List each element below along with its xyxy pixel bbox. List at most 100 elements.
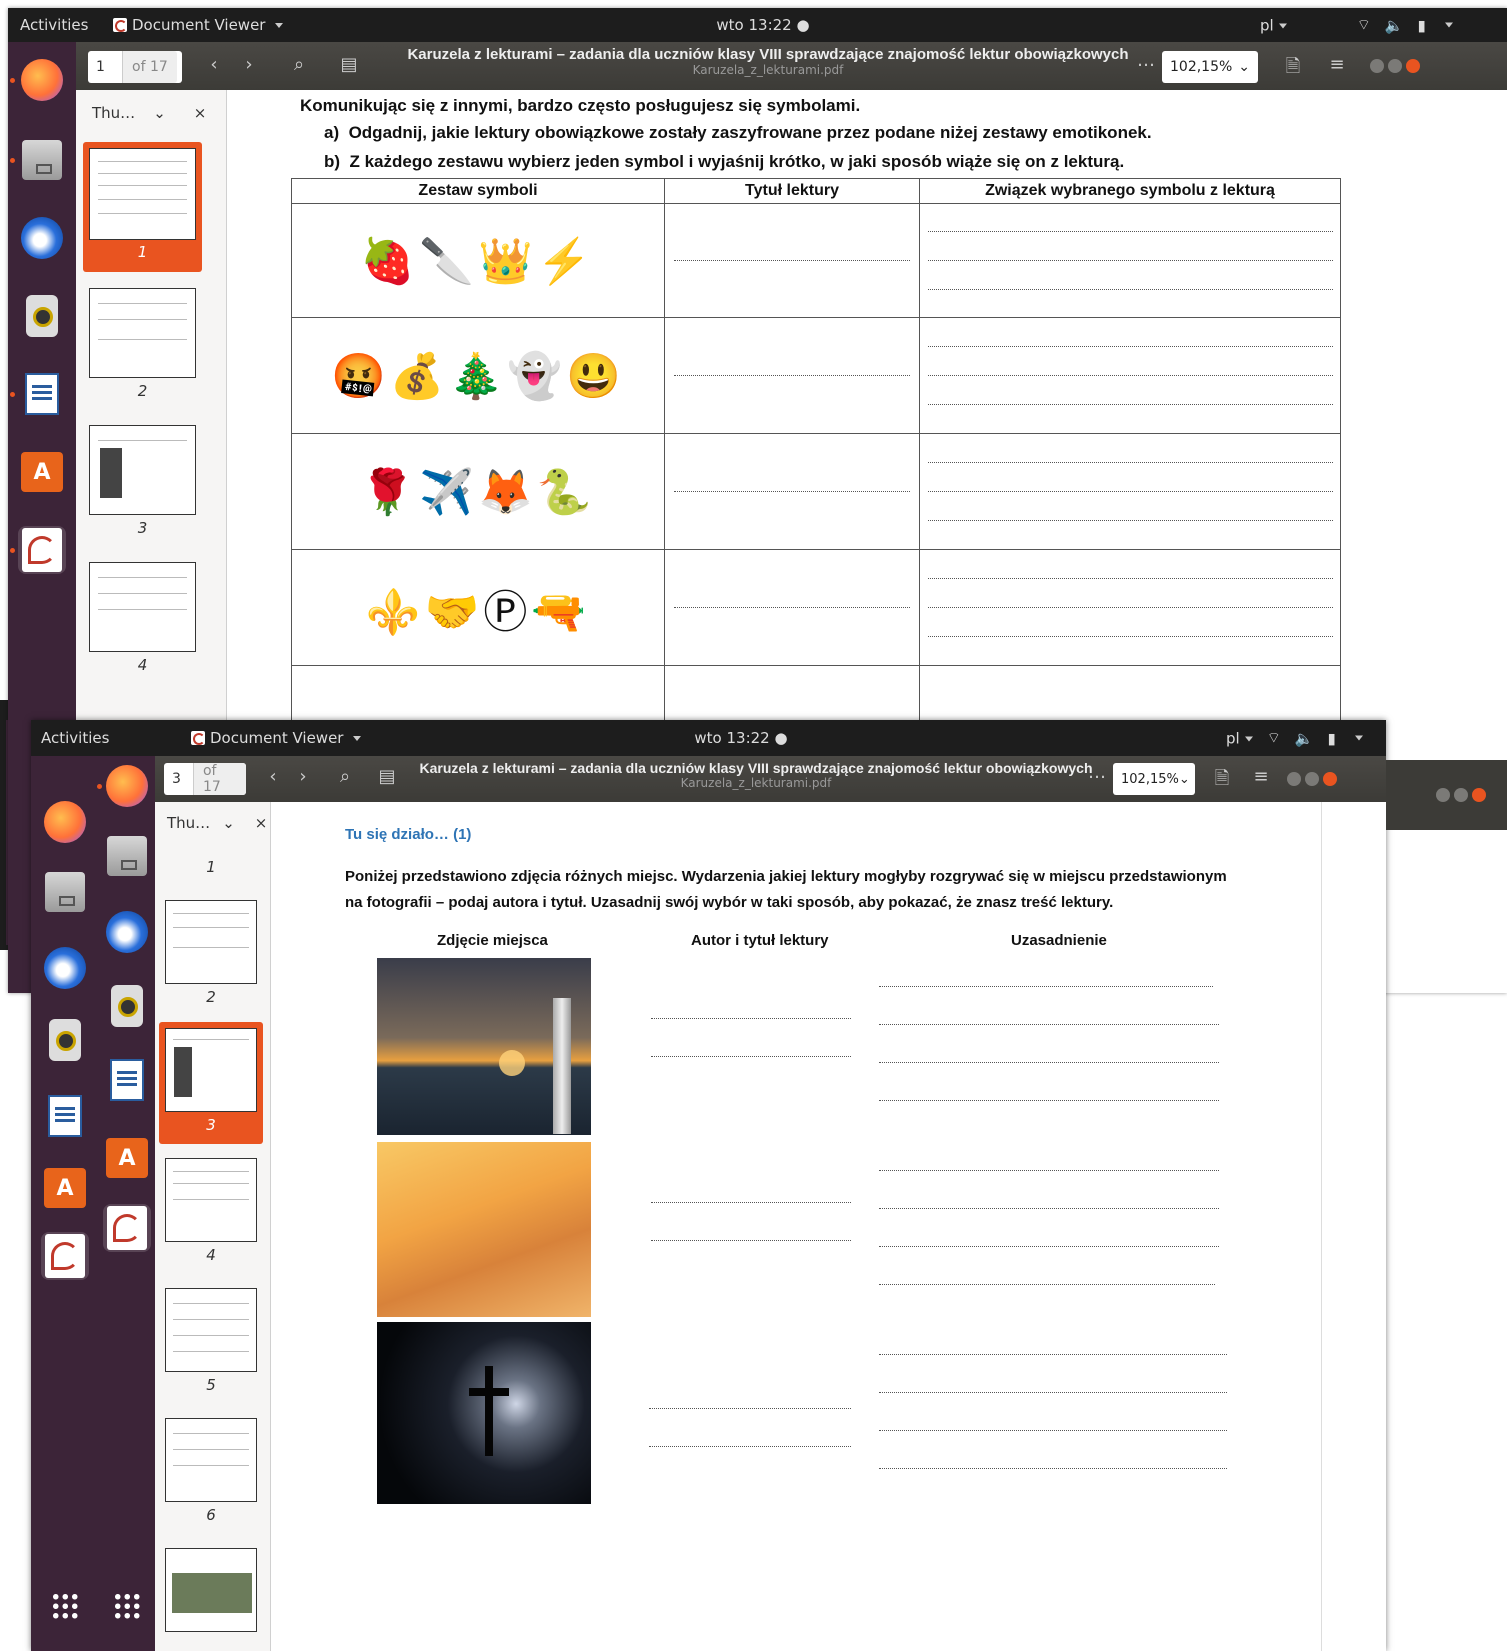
sidebar-mode-label[interactable]: Thu…: [92, 104, 135, 122]
search-icon[interactable]: ⌕: [288, 54, 310, 75]
language-indicator[interactable]: pl: [1260, 16, 1287, 34]
dock-software-2[interactable]: A: [41, 1164, 89, 1212]
next-page-icon[interactable]: ›: [293, 766, 313, 787]
reason-cell[interactable]: [919, 549, 1341, 666]
title-cell[interactable]: [664, 433, 920, 550]
reason-cell[interactable]: [919, 317, 1341, 434]
reason-line[interactable]: [879, 986, 1213, 987]
reason-line[interactable]: [879, 1246, 1219, 1247]
title-cell[interactable]: [664, 203, 920, 318]
dock-writer[interactable]: [103, 1056, 151, 1104]
language-indicator[interactable]: pl: [1226, 729, 1253, 747]
reason-line[interactable]: [879, 1392, 1227, 1393]
thumbnail-page[interactable]: [89, 562, 196, 652]
prev-page-icon[interactable]: ‹: [263, 766, 283, 787]
answer-line[interactable]: [651, 1056, 851, 1057]
dock-thunderbird[interactable]: [103, 908, 151, 956]
sidebar-close-icon[interactable]: ×: [194, 104, 207, 122]
window-controls[interactable]: [1287, 772, 1337, 786]
prev-page-icon[interactable]: ‹: [204, 54, 224, 75]
reason-line[interactable]: [879, 1284, 1215, 1285]
more-button[interactable]: …: [1087, 762, 1107, 783]
maximize-icon[interactable]: [1305, 772, 1319, 786]
dock-writer[interactable]: [18, 370, 66, 418]
window-controls[interactable]: [1436, 788, 1486, 802]
reason-line[interactable]: [879, 1062, 1219, 1063]
chevron-down-icon[interactable]: ⌄: [222, 814, 235, 832]
answer-line[interactable]: [651, 1240, 851, 1241]
dock-rhythmbox[interactable]: [103, 982, 151, 1030]
dock-firefox-2[interactable]: [41, 798, 89, 846]
dock-firefox[interactable]: [18, 56, 66, 104]
show-apps-button-2[interactable]: [103, 1582, 151, 1630]
dock-document-viewer[interactable]: [18, 526, 66, 574]
dock-files[interactable]: [103, 832, 151, 880]
show-apps-button[interactable]: [41, 1582, 89, 1630]
thumbnail-page[interactable]: [165, 1418, 257, 1502]
system-tray[interactable]: pl ⌔ 🔈 ▮: [1260, 16, 1453, 35]
answer-line[interactable]: [651, 1202, 851, 1203]
zoom-select[interactable]: 102,15% ⌄: [1113, 763, 1195, 795]
title-cell[interactable]: [664, 549, 920, 666]
close-icon[interactable]: [1406, 59, 1420, 73]
thumbnail-page[interactable]: [165, 1028, 257, 1112]
page-current[interactable]: 1: [88, 59, 122, 75]
clock[interactable]: wto 13:22 ●: [716, 16, 809, 34]
answer-line[interactable]: [651, 1018, 851, 1019]
thumbnail-page[interactable]: [89, 425, 196, 515]
thumbnail-page[interactable]: [165, 1288, 257, 1372]
thumbnail-page[interactable]: [165, 900, 257, 984]
answer-line[interactable]: [649, 1446, 851, 1447]
next-page-icon[interactable]: ›: [239, 54, 259, 75]
document-icon[interactable]: 🗎: [1282, 54, 1304, 84]
dock-software[interactable]: A: [18, 448, 66, 496]
app-menu[interactable]: Document Viewer: [113, 16, 284, 34]
reason-line[interactable]: [879, 1170, 1219, 1171]
dock-writer-2[interactable]: [41, 1092, 89, 1140]
dock-files[interactable]: [18, 136, 66, 184]
more-button[interactable]: …: [1136, 50, 1156, 71]
zoom-select[interactable]: 102,15% ⌄: [1162, 51, 1258, 83]
reason-cell[interactable]: [919, 433, 1341, 550]
close-icon[interactable]: [1472, 788, 1486, 802]
menu-icon[interactable]: ≡: [1326, 54, 1348, 75]
dock-thunderbird-2[interactable]: [41, 944, 89, 992]
document-icon[interactable]: 🗎: [1211, 766, 1233, 796]
clock[interactable]: wto 13:22 ●: [694, 729, 787, 747]
page-selector[interactable]: 1 of 17: [88, 51, 182, 83]
sidebar-close-icon[interactable]: ×: [255, 814, 268, 832]
minimize-icon[interactable]: [1436, 788, 1450, 802]
reason-cell[interactable]: [919, 203, 1341, 318]
page-selector[interactable]: 3 of 17: [164, 763, 246, 795]
chevron-down-icon[interactable]: ⌄: [153, 104, 166, 122]
dock-thunderbird[interactable]: [18, 214, 66, 262]
minimize-icon[interactable]: [1370, 59, 1384, 73]
thumbnail-page[interactable]: [165, 1548, 257, 1632]
minimize-icon[interactable]: [1287, 772, 1301, 786]
app-menu[interactable]: Document Viewer: [191, 729, 362, 747]
dock-rhythmbox-2[interactable]: [41, 1016, 89, 1064]
thumbnail-page[interactable]: [89, 288, 196, 378]
window-controls[interactable]: [1370, 59, 1420, 73]
dock-files-2[interactable]: [41, 868, 89, 916]
reason-line[interactable]: [879, 1468, 1227, 1469]
search-icon[interactable]: ⌕: [334, 766, 356, 787]
page-current[interactable]: 3: [164, 771, 193, 787]
dock-document-viewer[interactable]: [103, 1204, 151, 1252]
reason-line[interactable]: [879, 1100, 1219, 1101]
activities-button[interactable]: Activities: [20, 16, 88, 34]
dock-firefox[interactable]: [103, 762, 151, 810]
dock-software[interactable]: A: [103, 1134, 151, 1182]
maximize-icon[interactable]: [1454, 788, 1468, 802]
close-icon[interactable]: [1323, 772, 1337, 786]
menu-icon[interactable]: ≡: [1250, 766, 1272, 787]
system-tray[interactable]: pl ⌔ 🔈 ▮: [1226, 729, 1363, 748]
dock-document-viewer-2[interactable]: [41, 1232, 89, 1280]
dock-rhythmbox[interactable]: [18, 292, 66, 340]
reason-line[interactable]: [879, 1208, 1219, 1209]
title-cell[interactable]: [664, 317, 920, 434]
thumbnail-page[interactable]: [89, 148, 196, 240]
sidebar-mode-label[interactable]: Thu…: [167, 814, 210, 832]
reason-line[interactable]: [879, 1430, 1227, 1431]
annotate-icon[interactable]: ▤: [338, 54, 360, 75]
